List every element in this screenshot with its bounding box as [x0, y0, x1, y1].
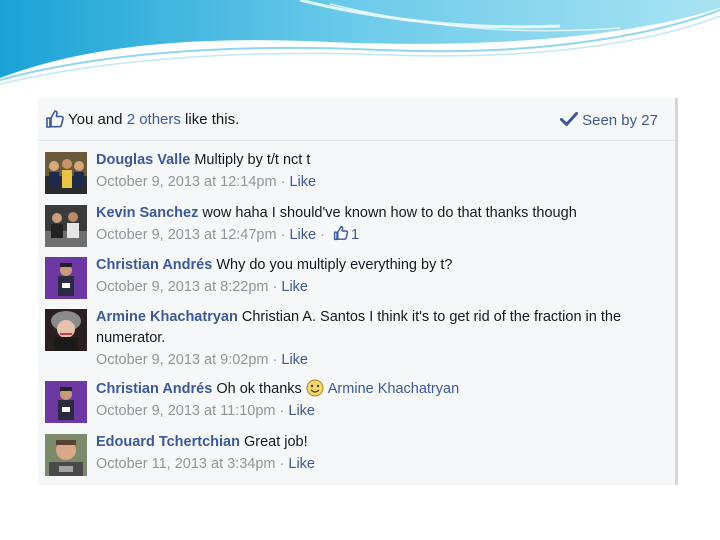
comments-panel: You and 2 others like this. Seen by 27 D… [38, 98, 678, 485]
comment-timestamp[interactable]: October 9, 2013 at 11:10pm [96, 403, 276, 419]
comment-meta: October 9, 2013 at 8:22pm · Like [96, 279, 308, 295]
comment-text: Oh ok thanks [212, 381, 302, 397]
comment-author[interactable]: Edouard Tchertchian [96, 434, 240, 450]
smiley-icon [306, 379, 324, 397]
comment-timestamp[interactable]: October 9, 2013 at 9:02pm [96, 352, 269, 368]
seen-by-label: Seen by 27 [582, 112, 658, 129]
thumbs-up-icon[interactable] [45, 109, 65, 129]
likes-text: You and 2 others like this. [68, 111, 240, 128]
comment-body: Douglas Valle Multiply by t/t nct t Octo… [96, 150, 656, 193]
avatar[interactable] [45, 152, 87, 194]
comment-author[interactable]: Christian Andrés [96, 381, 212, 397]
comment-meta: October 9, 2013 at 12:47pm · Like · 1 [96, 225, 360, 243]
comment-body: Armine Khachatryan Christian A. Santos I… [96, 307, 656, 371]
comment-body: Christian Andrés Oh ok thanks Armine Khac… [96, 379, 656, 422]
comment-author[interactable]: Armine Khachatryan [96, 309, 238, 325]
comment-meta: October 9, 2013 at 11:10pm · Like [96, 403, 315, 419]
comment-author[interactable]: Kevin Sanchez [96, 205, 198, 221]
like-button[interactable]: Like [288, 403, 315, 419]
likes-summary-bar: You and 2 others like this. Seen by 27 [38, 98, 675, 141]
like-button[interactable]: Like [289, 174, 316, 190]
comment-text: wow haha I should've known how to do tha… [198, 205, 577, 221]
avatar[interactable] [45, 257, 87, 299]
thumbs-up-icon[interactable] [333, 225, 349, 241]
comment-meta: October 11, 2013 at 3:34pm · Like [96, 456, 315, 472]
avatar[interactable] [45, 434, 87, 476]
avatar[interactable] [45, 381, 87, 423]
comment-text: Why do you multiply everything by t? [212, 257, 453, 273]
checkmark-icon [560, 112, 579, 126]
comment-text: Great job! [239, 434, 308, 450]
comment-text: Multiply by t/t nct t [190, 152, 311, 168]
avatar[interactable] [45, 205, 87, 247]
like-button[interactable]: Like [288, 456, 315, 472]
header-swoosh-decoration [0, 0, 720, 85]
comment-timestamp[interactable]: October 11, 2013 at 3:34pm [96, 456, 276, 472]
comment-body: Christian Andrés Why do you multiply eve… [96, 255, 656, 298]
comment-author[interactable]: Douglas Valle [96, 152, 190, 168]
seen-by-indicator[interactable]: Seen by 27 [560, 111, 658, 129]
comment-timestamp[interactable]: October 9, 2013 at 8:22pm [96, 279, 269, 295]
like-button[interactable]: Like [281, 352, 308, 368]
comment-timestamp[interactable]: October 9, 2013 at 12:47pm [96, 227, 277, 243]
like-button[interactable]: Like [281, 279, 308, 295]
comment-timestamp[interactable]: October 9, 2013 at 12:14pm [96, 174, 277, 190]
likes-others-link[interactable]: 2 others [127, 111, 181, 128]
comment-meta: October 9, 2013 at 12:14pm · Like [96, 174, 317, 190]
avatar[interactable] [45, 309, 87, 351]
comment-meta: October 9, 2013 at 9:02pm · Like [96, 352, 308, 368]
comment-mention[interactable]: Armine Khachatryan [328, 381, 459, 397]
comment-body: Edouard Tchertchian Great job! October 1… [96, 432, 656, 475]
comment-author[interactable]: Christian Andrés [96, 257, 212, 273]
like-button[interactable]: Like [289, 227, 316, 243]
like-count[interactable]: 1 [351, 227, 359, 243]
comment-body: Kevin Sanchez wow haha I should've known… [96, 203, 656, 246]
